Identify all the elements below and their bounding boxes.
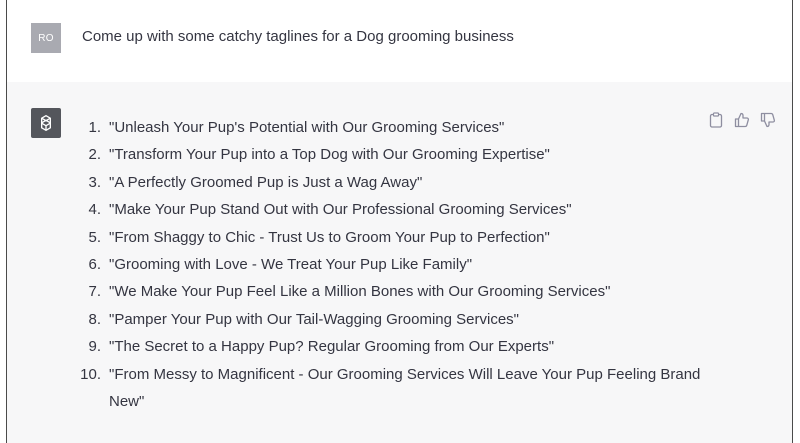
list-number: 8. [88, 310, 101, 328]
list-text: "Pamper Your Pup with Our Tail-Wagging G… [109, 310, 520, 328]
thumbs-up-button[interactable] [734, 112, 750, 128]
list-text: "From Shaggy to Chic - Trust Us to Groom… [109, 228, 550, 246]
thumbs-up-icon [734, 112, 750, 128]
list-number: 1. [88, 119, 101, 136]
list-number: 2. [88, 146, 101, 164]
list-item: 1. "Unleash Your Pup's Potential with Our… [67, 114, 707, 141]
copy-button[interactable] [708, 112, 724, 128]
assistant-message-row: 1. "Unleash Your Pup's Potential with Our… [7, 82, 792, 443]
list-item: 2. "Transform Your Pup into a Top Dog wit… [67, 141, 707, 168]
list-text: "We Make Your Pup Feel Like a Million Bo… [109, 283, 611, 301]
assistant-avatar [31, 108, 61, 138]
list-text: "A Perfectly Groomed Pup is Just a Wag A… [109, 173, 423, 191]
list-number: 9. [88, 338, 101, 356]
list-number: 10. [80, 365, 101, 383]
list-text: "From Messy to Magnificent - Our Groomin… [109, 365, 701, 411]
list-item: 9. "The Secret to a Happy Pup? Regular Gr… [67, 333, 707, 360]
list-item: 8. "Pamper Your Pup with Our Tail-Wagging… [67, 306, 707, 333]
list-number: 6. [88, 256, 101, 274]
list-item: 3. "A Perfectly Groomed Pup is Just a Wag… [67, 169, 707, 196]
list-item: 7. "We Make Your Pup Feel Like a Million … [67, 278, 707, 305]
list-item: 10. "From Messy to Magnificent - Our Groo… [67, 361, 707, 416]
list-item: 5. "From Shaggy to Chic - Trust Us to Gro… [67, 224, 707, 251]
message-actions [708, 112, 776, 128]
list-number: 5. [88, 228, 101, 246]
list-text: "Transform Your Pup into a Top Dog with … [109, 146, 550, 164]
openai-logo-icon [41, 115, 51, 131]
list-text: "Make Your Pup Stand Out with Our Profes… [109, 201, 572, 219]
clipboard-icon [709, 112, 723, 128]
list-text: "Grooming with Love - We Treat Your Pup … [109, 256, 473, 274]
chat-window: RO Come up with some catchy taglines for… [6, 0, 793, 443]
list-text: "Unleash Your Pup's Potential with Our G… [109, 119, 505, 136]
list-number: 7. [88, 283, 101, 301]
user-message-row: RO Come up with some catchy taglines for… [7, 0, 792, 83]
list-number: 3. [88, 173, 101, 191]
list-item: 4. "Make Your Pup Stand Out with Our Prof… [67, 196, 707, 223]
list-number: 4. [88, 201, 101, 219]
list-text: "The Secret to a Happy Pup? Regular Groo… [109, 338, 555, 356]
user-avatar: RO [31, 23, 61, 53]
tagline-list: 1. "Unleash Your Pup's Potential with Our… [67, 114, 707, 415]
user-prompt-text: Come up with some catchy taglines for a … [82, 28, 514, 45]
thumbs-down-icon [760, 112, 776, 128]
list-item: 6. "Grooming with Love - We Treat Your Pu… [67, 251, 707, 278]
thumbs-down-button[interactable] [760, 112, 776, 128]
